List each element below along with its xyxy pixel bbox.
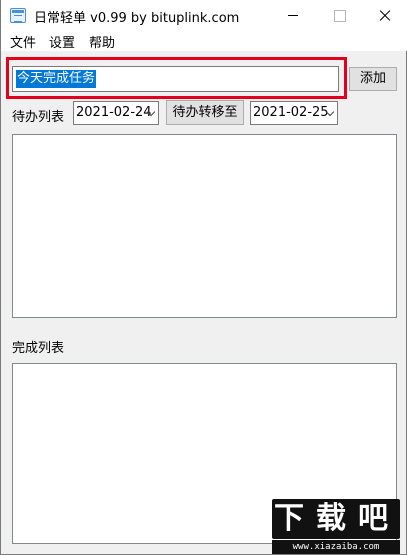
todo-date-value: 2021-02-24	[76, 105, 152, 120]
maximize-icon[interactable]	[316, 0, 362, 31]
add-button[interactable]: 添加	[349, 67, 397, 91]
target-date-select[interactable]: 2021-02-25	[250, 101, 338, 125]
menu-settings[interactable]: 设置	[49, 32, 75, 51]
watermark-char: 吧	[358, 501, 388, 536]
watermark: 下 载 吧 www.xiazaiba.com	[268, 497, 407, 555]
task-input-value: 今天完成任务	[16, 70, 97, 88]
todo-date-select[interactable]: 2021-02-24	[73, 101, 159, 125]
minimize-icon[interactable]	[270, 0, 316, 31]
task-input[interactable]: 今天完成任务	[12, 66, 339, 92]
target-date-value: 2021-02-25	[253, 105, 329, 120]
app-list-icon	[10, 8, 26, 23]
app-window: 日常轻单 v0.99 by bituplink.com 文件 设置 帮助 今天完…	[0, 0, 407, 555]
todo-listbox[interactable]	[12, 134, 397, 318]
title-bar[interactable]: 日常轻单 v0.99 by bituplink.com	[1, 0, 407, 31]
window-title: 日常轻单 v0.99 by bituplink.com	[34, 11, 240, 26]
watermark-char: 下	[274, 501, 304, 536]
menu-help[interactable]: 帮助	[89, 32, 115, 51]
watermark-char: 载	[316, 501, 346, 536]
menu-file[interactable]: 文件	[10, 32, 36, 51]
todo-list-label: 待办列表	[12, 110, 65, 125]
move-todo-button[interactable]: 待办转移至	[166, 100, 244, 125]
close-icon[interactable]	[362, 0, 407, 31]
done-list-label: 完成列表	[12, 341, 65, 356]
menu-bar: 文件 设置 帮助	[1, 31, 407, 51]
watermark-url: www.xiazaiba.com	[272, 540, 400, 554]
watermark-logo: 下 载 吧	[272, 499, 400, 539]
